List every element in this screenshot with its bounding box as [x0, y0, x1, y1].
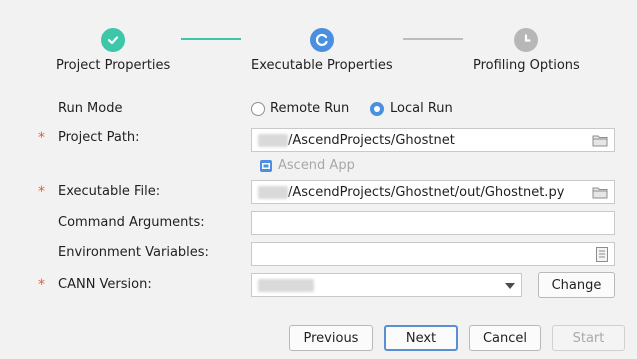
local-run-label[interactable]: Local Run	[390, 101, 453, 116]
checkmark-icon	[107, 36, 119, 45]
cann-version-select[interactable]	[251, 273, 522, 297]
ascend-app-icon	[260, 159, 272, 172]
executable-file-value: /AscendProjects/Ghostnet/out/Ghostnet.py	[288, 184, 565, 200]
step-label-project-properties: Project Properties	[56, 58, 171, 73]
redacted-text	[258, 185, 288, 199]
change-button[interactable]: Change	[538, 272, 615, 298]
required-mark: *	[38, 184, 45, 200]
radio-dot	[374, 106, 380, 112]
step-label-profiling-options: Profiling Options	[473, 58, 580, 73]
run-mode-label: Run Mode	[58, 101, 123, 116]
environment-variables-label: Environment Variables:	[58, 245, 209, 260]
remote-run-label[interactable]: Remote Run	[270, 101, 349, 116]
step-project-properties-icon	[101, 28, 125, 52]
folder-icon[interactable]	[592, 134, 608, 151]
progress-icon	[315, 33, 328, 47]
project-path-label: Project Path:	[58, 130, 140, 145]
chevron-down-icon[interactable]	[505, 283, 515, 289]
redacted-text	[258, 133, 288, 147]
project-path-value: /AscendProjects/Ghostnet	[288, 132, 455, 148]
start-button[interactable]: Start	[552, 325, 625, 351]
ascend-app-label: Ascend App	[278, 158, 355, 173]
step-profiling-options-icon	[514, 28, 538, 52]
folder-icon[interactable]	[592, 186, 608, 203]
step-connector-2	[403, 38, 463, 40]
required-mark: *	[38, 130, 45, 146]
executable-file-field[interactable]: /AscendProjects/Ghostnet/out/Ghostnet.py	[251, 180, 615, 204]
clock-icon	[524, 34, 531, 42]
redacted-text	[258, 278, 314, 292]
required-mark: *	[38, 277, 45, 293]
environment-variables-input[interactable]	[251, 242, 615, 266]
executable-file-label: Executable File:	[58, 184, 161, 199]
cancel-button[interactable]: Cancel	[469, 325, 541, 351]
cann-version-label: CANN Version:	[58, 277, 152, 292]
next-button[interactable]: Next	[384, 325, 458, 351]
ascend-app-option[interactable]: Ascend App	[259, 158, 355, 173]
command-arguments-input[interactable]	[251, 211, 615, 235]
document-icon[interactable]	[596, 247, 608, 266]
remote-run-radio[interactable]	[251, 102, 265, 116]
step-executable-properties-icon	[310, 28, 334, 52]
project-path-field[interactable]: /AscendProjects/Ghostnet	[251, 128, 615, 152]
previous-button[interactable]: Previous	[289, 325, 373, 351]
step-connector-1	[181, 38, 241, 40]
command-arguments-label: Command Arguments:	[58, 215, 205, 230]
step-label-executable-properties: Executable Properties	[251, 58, 393, 73]
local-run-radio[interactable]	[370, 102, 384, 116]
